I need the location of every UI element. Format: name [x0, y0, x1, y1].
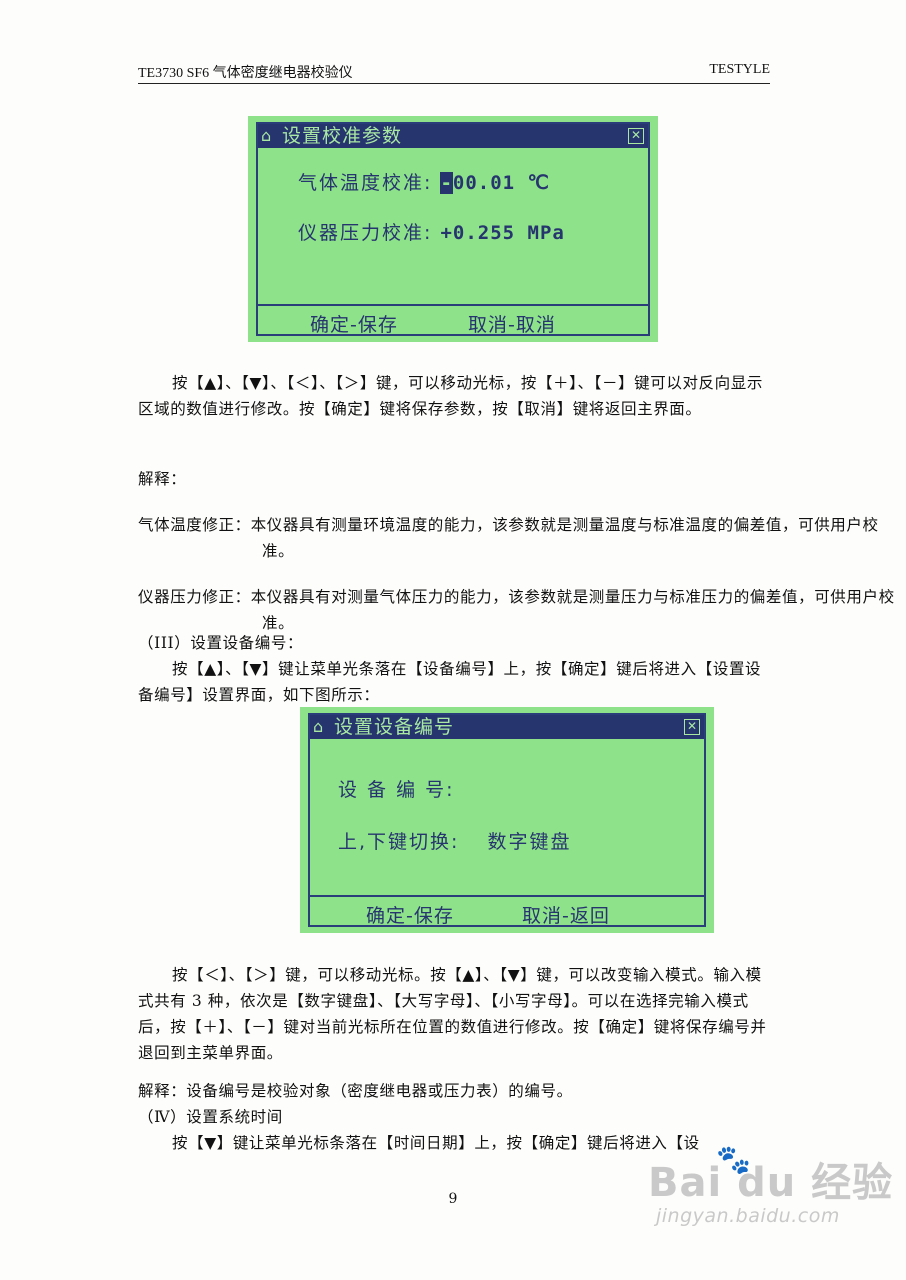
note-gas-temperature: 气体温度修正：本仪器具有测量环境温度的能力，该参数就是测量温度与标准温度的偏差值…: [138, 516, 879, 560]
close-icon[interactable]: ✕: [684, 719, 700, 735]
lcd-titlebar: ⌂ 设置校准参数 ✕: [258, 124, 648, 148]
lcd-titlebar: ⌂ 设置设备编号 ✕: [310, 715, 704, 739]
lcd-title: 设置校准参数: [282, 125, 403, 147]
lcd-title: 设置设备编号: [334, 716, 455, 738]
lcd-footer-divider: [310, 895, 704, 897]
temp-calibration-value[interactable]: -00.01 ℃: [440, 172, 549, 194]
close-icon[interactable]: ✕: [628, 128, 644, 144]
header-title: TE3730 SF6 气体密度继电器校验仪: [138, 66, 353, 81]
explanation-label: 解释：: [138, 470, 187, 488]
temp-value-text: 00.01 ℃: [452, 172, 550, 194]
pressure-calibration-row: 仪器压力校准: +0.255 MPa: [298, 218, 565, 245]
lcd-frame: ⌂ 设置校准参数 ✕ 气体温度校准: -00.01 ℃ 仪器压力校准: +0.2…: [256, 122, 650, 336]
device-id-label: 设 备 编 号:: [338, 779, 455, 801]
watermark-brand: Bai du 经验: [648, 1160, 894, 1206]
header-rule: [138, 83, 770, 84]
cursor-block: -: [440, 172, 453, 194]
device-id-row: 设 备 编 号:: [338, 775, 455, 802]
temp-calibration-label: 气体温度校准:: [298, 172, 433, 194]
section-4-heading: （Ⅳ）设置系统时间: [138, 1108, 283, 1126]
lcd-footer-divider: [258, 304, 648, 306]
input-mode-row: 上,下键切换: 数字键盘: [338, 827, 572, 854]
cancel-return-button[interactable]: 取消-返回: [522, 901, 610, 928]
temp-calibration-row: 气体温度校准: -00.01 ℃: [298, 168, 550, 195]
paragraph-input-mode: 按【＜】、【＞】键，可以移动光标。按【▲】、【▼】键，可以改变输入模式。输入模式…: [138, 966, 767, 1062]
confirm-save-button[interactable]: 确定-保存: [366, 901, 454, 928]
home-icon: ⌂: [261, 126, 272, 145]
section-3-heading: （III）设置设备编号：: [138, 634, 304, 652]
confirm-save-button[interactable]: 确定-保存: [310, 310, 398, 337]
lcd-screen-calibration: ⌂ 设置校准参数 ✕ 气体温度校准: -00.01 ℃ 仪器压力校准: +0.2…: [248, 116, 658, 342]
cancel-button[interactable]: 取消-取消: [468, 310, 556, 337]
lcd-frame: ⌂ 设置设备编号 ✕ 设 备 编 号: 上,下键切换: 数字键盘 确定-保存 取…: [308, 713, 706, 927]
home-icon: ⌂: [313, 717, 324, 736]
watermark-url: jingyan.baidu.com: [656, 1205, 840, 1227]
lcd-screen-device-id: ⌂ 设置设备编号 ✕ 设 备 编 号: 上,下键切换: 数字键盘 确定-保存 取…: [300, 707, 714, 933]
pressure-calibration-value[interactable]: +0.255 MPa: [440, 222, 564, 244]
pressure-calibration-label: 仪器压力校准:: [298, 222, 433, 244]
paragraph-cursor-keys: 按【▲】、【▼】、【＜】、【＞】键，可以移动光标，按【＋】、【－】键可以对反向显…: [138, 374, 763, 418]
note-instrument-pressure: 仪器压力修正：本仪器具有对测量气体压力的能力，该参数就是测量压力与标准压力的偏差…: [138, 588, 895, 632]
input-mode-value[interactable]: 数字键盘: [488, 831, 572, 853]
header-brand: TESTYLE: [709, 62, 770, 77]
paragraph-device-id-intro: 按【▲】、【▼】键让菜单光条落在【设备编号】上，按【确定】键后将进入【设置设备编…: [138, 660, 762, 704]
explanation-device-id: 解释：设备编号是校验对象（密度继电器或压力表）的编号。: [138, 1082, 573, 1100]
input-mode-label: 上,下键切换:: [338, 831, 460, 853]
